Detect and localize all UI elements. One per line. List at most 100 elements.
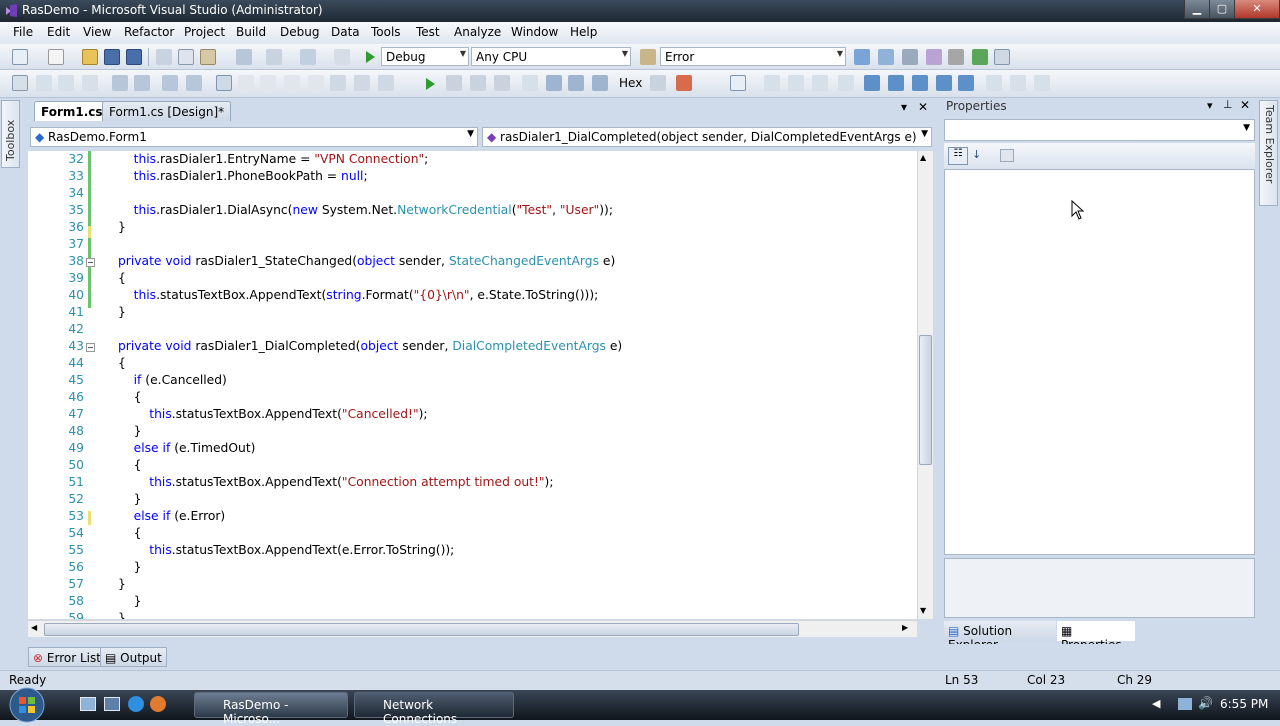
- increase-indent-icon[interactable]: [134, 75, 150, 91]
- pin-icon[interactable]: ⊥: [1223, 98, 1233, 111]
- step-into-icon[interactable]: [546, 75, 562, 91]
- save-icon[interactable]: [104, 49, 120, 65]
- scroll-left-icon[interactable]: ◀: [31, 623, 37, 632]
- code-line[interactable]: }: [118, 577, 126, 591]
- scroll-up-icon[interactable]: ▲: [920, 153, 926, 162]
- find-in-files-icon[interactable]: [334, 49, 350, 65]
- add-item-icon[interactable]: [48, 49, 64, 65]
- code-line[interactable]: this.rasDialer1.PhoneBookPath = null;: [118, 169, 368, 183]
- maximize-button[interactable]: ▢: [1209, 0, 1235, 19]
- prev-bookmark-folder-icon[interactable]: [284, 75, 300, 91]
- restart-icon[interactable]: [494, 75, 510, 91]
- toggle-outline-icon[interactable]: [764, 75, 780, 91]
- switch-windows-icon[interactable]: [104, 697, 120, 711]
- code-line[interactable]: {: [118, 458, 142, 472]
- horizontal-scroll-thumb[interactable]: [44, 623, 799, 636]
- menu-test[interactable]: Test: [414, 25, 442, 39]
- find-combo[interactable]: Error ▼: [660, 47, 846, 66]
- tab-output[interactable]: ▤ Output: [100, 647, 167, 667]
- toolbox-icon[interactable]: [948, 49, 964, 65]
- comment-region-icon[interactable]: [730, 75, 746, 91]
- collapse-region-icon[interactable]: −: [86, 343, 95, 352]
- close-panel-icon[interactable]: ✕: [1240, 98, 1250, 112]
- find-icon[interactable]: [640, 49, 656, 65]
- tab-form1-design[interactable]: Form1.cs [Design]*: [102, 101, 232, 121]
- object-browser-icon[interactable]: [926, 49, 942, 65]
- code-line[interactable]: this.statusTextBox.AppendText(e.Error.To…: [118, 543, 454, 557]
- start-page-icon[interactable]: [972, 49, 988, 65]
- debug-option-1-icon[interactable]: [986, 75, 1002, 91]
- navigate-icon[interactable]: [300, 49, 316, 65]
- code-line[interactable]: }: [118, 424, 142, 438]
- class-navigation-select[interactable]: ◆ RasDemo.Form1 ▼: [30, 127, 478, 147]
- find-in-files-button-icon[interactable]: [854, 49, 870, 65]
- code-line[interactable]: }: [118, 611, 126, 619]
- minimize-button[interactable]: ▁: [1184, 0, 1210, 19]
- code-line[interactable]: {: [118, 271, 126, 285]
- step-out-icon[interactable]: [592, 75, 608, 91]
- complete-word-icon[interactable]: [82, 75, 98, 91]
- panel-menu-icon[interactable]: ▾: [1207, 99, 1213, 112]
- menu-refactor[interactable]: Refactor: [122, 25, 176, 39]
- code-line[interactable]: this.rasDialer1.DialAsync(new System.Net…: [118, 203, 613, 217]
- menu-build[interactable]: Build: [234, 25, 268, 39]
- next-bookmark-icon[interactable]: [260, 75, 276, 91]
- platform-select[interactable]: Any CPU ▼: [471, 47, 631, 66]
- window-layout-1-icon[interactable]: [864, 75, 880, 91]
- code-line[interactable]: private void rasDialer1_StateChanged(obj…: [118, 254, 615, 268]
- expand-icon[interactable]: [812, 75, 828, 91]
- code-line[interactable]: }: [118, 560, 142, 574]
- tab-solution-explorer[interactable]: ▤ Solution Explorer: [944, 621, 1056, 652]
- close-button[interactable]: ✕: [1234, 0, 1280, 19]
- code-line[interactable]: this.statusTextBox.AppendText(string.For…: [118, 288, 599, 302]
- window-layout-5-icon[interactable]: [958, 75, 974, 91]
- prev-bookmark-icon[interactable]: [238, 75, 254, 91]
- code-line[interactable]: {: [118, 390, 142, 404]
- vertical-scroll-thumb[interactable]: [919, 335, 932, 465]
- tab-menu-icon[interactable]: ▾: [901, 100, 907, 114]
- menu-analyze[interactable]: Analyze: [452, 25, 503, 39]
- format-icon[interactable]: [838, 75, 854, 91]
- undo-icon[interactable]: [236, 49, 252, 65]
- property-grid[interactable]: [944, 169, 1255, 555]
- solution-explorer-icon[interactable]: [878, 49, 894, 65]
- close-document-icon[interactable]: ✕: [918, 100, 928, 114]
- code-line[interactable]: this.statusTextBox.AppendText("Cancelled…: [118, 407, 427, 421]
- decrease-indent-icon[interactable]: [112, 75, 128, 91]
- member-list-icon[interactable]: [12, 75, 28, 91]
- alphabetical-icon[interactable]: ↓: [972, 148, 990, 164]
- menu-help[interactable]: Help: [568, 25, 599, 39]
- hex-display-icon[interactable]: [650, 75, 666, 91]
- clock[interactable]: 6:55 PM: [1220, 697, 1268, 711]
- show-desktop-icon[interactable]: [80, 697, 96, 711]
- network-tray-icon[interactable]: [1178, 698, 1192, 710]
- show-hidden-icons-icon[interactable]: ◀: [1152, 697, 1160, 710]
- clear-bookmarks-icon[interactable]: [378, 75, 394, 91]
- menu-project[interactable]: Project: [182, 25, 227, 39]
- categorized-icon[interactable]: ☷: [948, 147, 968, 165]
- paste-icon[interactable]: [200, 49, 216, 65]
- firefox-icon[interactable]: [150, 696, 166, 712]
- code-line[interactable]: if (e.Cancelled): [118, 373, 227, 387]
- code-line[interactable]: {: [118, 356, 126, 370]
- collapse-icon[interactable]: [788, 75, 804, 91]
- new-project-icon[interactable]: [12, 49, 28, 65]
- collapse-region-icon[interactable]: −: [86, 258, 95, 267]
- next-bookmark-folder-icon[interactable]: [308, 75, 324, 91]
- object-select[interactable]: ▼: [944, 119, 1255, 141]
- save-all-icon[interactable]: [126, 49, 142, 65]
- quick-info-icon[interactable]: [58, 75, 74, 91]
- code-line[interactable]: private void rasDialer1_DialCompleted(ob…: [118, 339, 622, 353]
- code-line[interactable]: }: [118, 594, 142, 608]
- menu-file[interactable]: File: [11, 25, 35, 39]
- prev-bookmark-doc-icon[interactable]: [330, 75, 346, 91]
- taskbar-network-connections[interactable]: Network Connections: [354, 692, 514, 726]
- vertical-scrollbar[interactable]: ▲ ▼: [917, 151, 933, 619]
- code-line[interactable]: {: [118, 526, 142, 540]
- horizontal-scrollbar[interactable]: ◀ ▶: [28, 620, 917, 637]
- show-next-statement-icon[interactable]: [522, 75, 538, 91]
- step-over-icon[interactable]: [568, 75, 584, 91]
- breakpoints-icon[interactable]: [676, 75, 692, 91]
- solution-config-select[interactable]: Debug ▼: [381, 47, 469, 66]
- code-line[interactable]: else if (e.Error): [118, 509, 226, 523]
